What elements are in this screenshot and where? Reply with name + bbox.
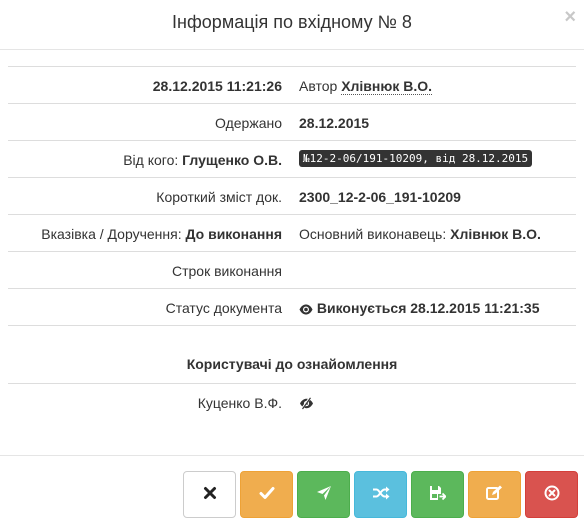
- status-label: Статус документа: [165, 300, 282, 316]
- table-row-end: [8, 325, 576, 326]
- executor-label: Основний виконавець:: [299, 226, 447, 242]
- redirect-button[interactable]: [354, 471, 407, 518]
- author-label: Автор: [299, 78, 338, 94]
- author-cell: Автор Хлівнюк В.О.: [299, 78, 433, 95]
- summary-value: 2300_12-2-06_191-10209: [299, 189, 461, 205]
- close-icon[interactable]: ×: [564, 7, 576, 27]
- author-name[interactable]: Хлівнюк В.О.: [341, 78, 433, 95]
- send-button[interactable]: [297, 471, 350, 518]
- reg-number-badge: №12-2-06/191-10209, від 28.12.2015: [299, 150, 533, 167]
- created-datetime: 28.12.2015 11:21:26: [152, 78, 282, 94]
- eye-icon: [299, 300, 317, 316]
- user-status-cell: [299, 395, 314, 411]
- deadline-label: Строк виконання: [172, 263, 282, 279]
- times-circle-icon: [544, 485, 560, 504]
- executor-cell: Основний виконавець: Хлівнюк В.О.: [299, 226, 541, 242]
- send-icon: [316, 485, 332, 504]
- received-value: 28.12.2015: [299, 115, 370, 131]
- table-row: 28.12.2015 11:21:26 Автор Хлівнюк В.О.: [8, 66, 576, 103]
- document-info-modal: Інформація по вхідному № 8 × 28.12.2015 …: [0, 0, 584, 521]
- table-row: Від кого: Глущенко О.В. №12-2-06/191-102…: [8, 140, 576, 177]
- executor-name: Хлівнюк В.О.: [450, 226, 541, 242]
- received-label: Одержано: [215, 115, 282, 131]
- table-row: Одержано 28.12.2015: [8, 103, 576, 140]
- table-row: Короткий зміст док. 2300_12-2-06_191-102…: [8, 177, 576, 214]
- instruction-cell: Вказівка / Доручення: До виконання: [41, 226, 282, 242]
- table-row: Строк виконання: [8, 251, 576, 288]
- edit-icon: [486, 485, 503, 504]
- modal-footer: [0, 455, 584, 521]
- info-table: 28.12.2015 11:21:26 Автор Хлівнюк В.О. О…: [8, 66, 576, 326]
- status-value: Виконується 28.12.2015 11:21:35: [316, 300, 540, 316]
- users-section-title: Користувачі до ознайомлення: [186, 356, 398, 372]
- summary-label: Короткий зміст док.: [156, 189, 282, 205]
- user-name: Куценко В.Ф.: [197, 395, 282, 411]
- shuffle-icon: [372, 486, 390, 503]
- instruction-label: Вказівка / Доручення:: [41, 226, 182, 242]
- edit-button[interactable]: [468, 471, 521, 518]
- modal-title: Інформація по вхідному № 8: [172, 12, 412, 32]
- status-cell: Виконується 28.12.2015 11:21:35: [299, 300, 540, 316]
- reg-number-cell: №12-2-06/191-10209, від 28.12.2015: [299, 150, 533, 168]
- from-value: Глущенко О.В.: [182, 152, 282, 168]
- from-label: Від кого:: [123, 152, 179, 168]
- save-button[interactable]: [411, 471, 464, 518]
- times-icon: [203, 486, 217, 503]
- instruction-value: До виконання: [185, 226, 283, 242]
- table-row: Вказівка / Доручення: До виконання Основ…: [8, 214, 576, 251]
- save-icon: [429, 485, 447, 504]
- modal-header: Інформація по вхідному № 8 ×: [0, 0, 584, 50]
- list-item: Куценко В.Ф.: [8, 383, 576, 421]
- close-action-button[interactable]: [183, 471, 236, 518]
- check-icon: [259, 486, 275, 503]
- from-cell: Від кого: Глущенко О.В.: [123, 152, 282, 168]
- cancel-button[interactable]: [525, 471, 578, 518]
- table-row: Статус документа Виконується 28.12.2015 …: [8, 288, 576, 325]
- confirm-button[interactable]: [240, 471, 293, 518]
- eye-slash-icon: [299, 395, 314, 411]
